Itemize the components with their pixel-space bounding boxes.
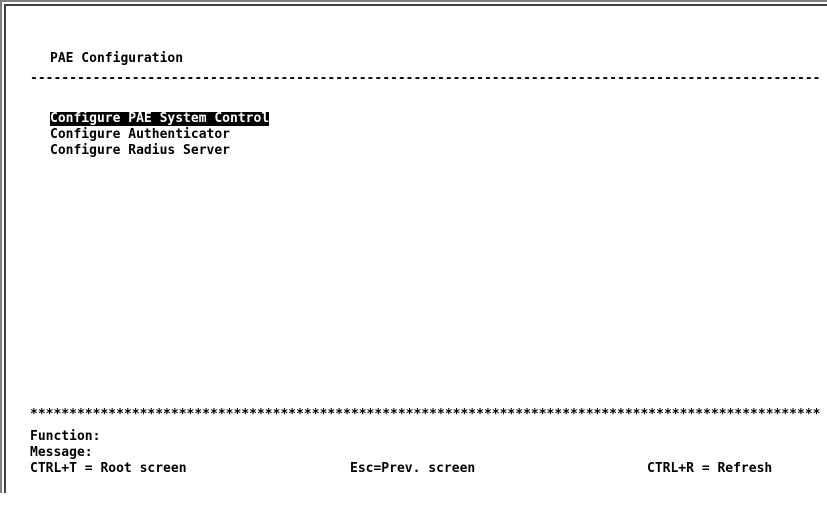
menu-item-configure-radius-server[interactable]: Configure Radius Server (50, 144, 230, 158)
hint-root-screen: CTRL+T = Root screen (30, 461, 187, 476)
key-hints-bar: CTRL+T = Root screen Esc=Prev. screen CT… (30, 462, 820, 476)
hint-refresh: CTRL+R = Refresh (647, 461, 773, 476)
menu-item-configure-authenticator[interactable]: Configure Authenticator (50, 128, 230, 142)
terminal-screen: PAE Configuration ----------------------… (6, 6, 827, 493)
footer-separator: ****************************************… (30, 408, 820, 422)
page-title: PAE Configuration (50, 51, 184, 66)
menu-item-configure-pae-system-control[interactable]: Configure PAE System Control (50, 112, 270, 126)
message-label: Message: (30, 445, 93, 460)
hint-prev-screen: Esc=Prev. screen (350, 461, 476, 476)
terminal-window: PAE Configuration ----------------------… (0, 0, 827, 493)
title-divider: ----------------------------------------… (30, 72, 820, 86)
function-label: Function: (30, 429, 101, 444)
